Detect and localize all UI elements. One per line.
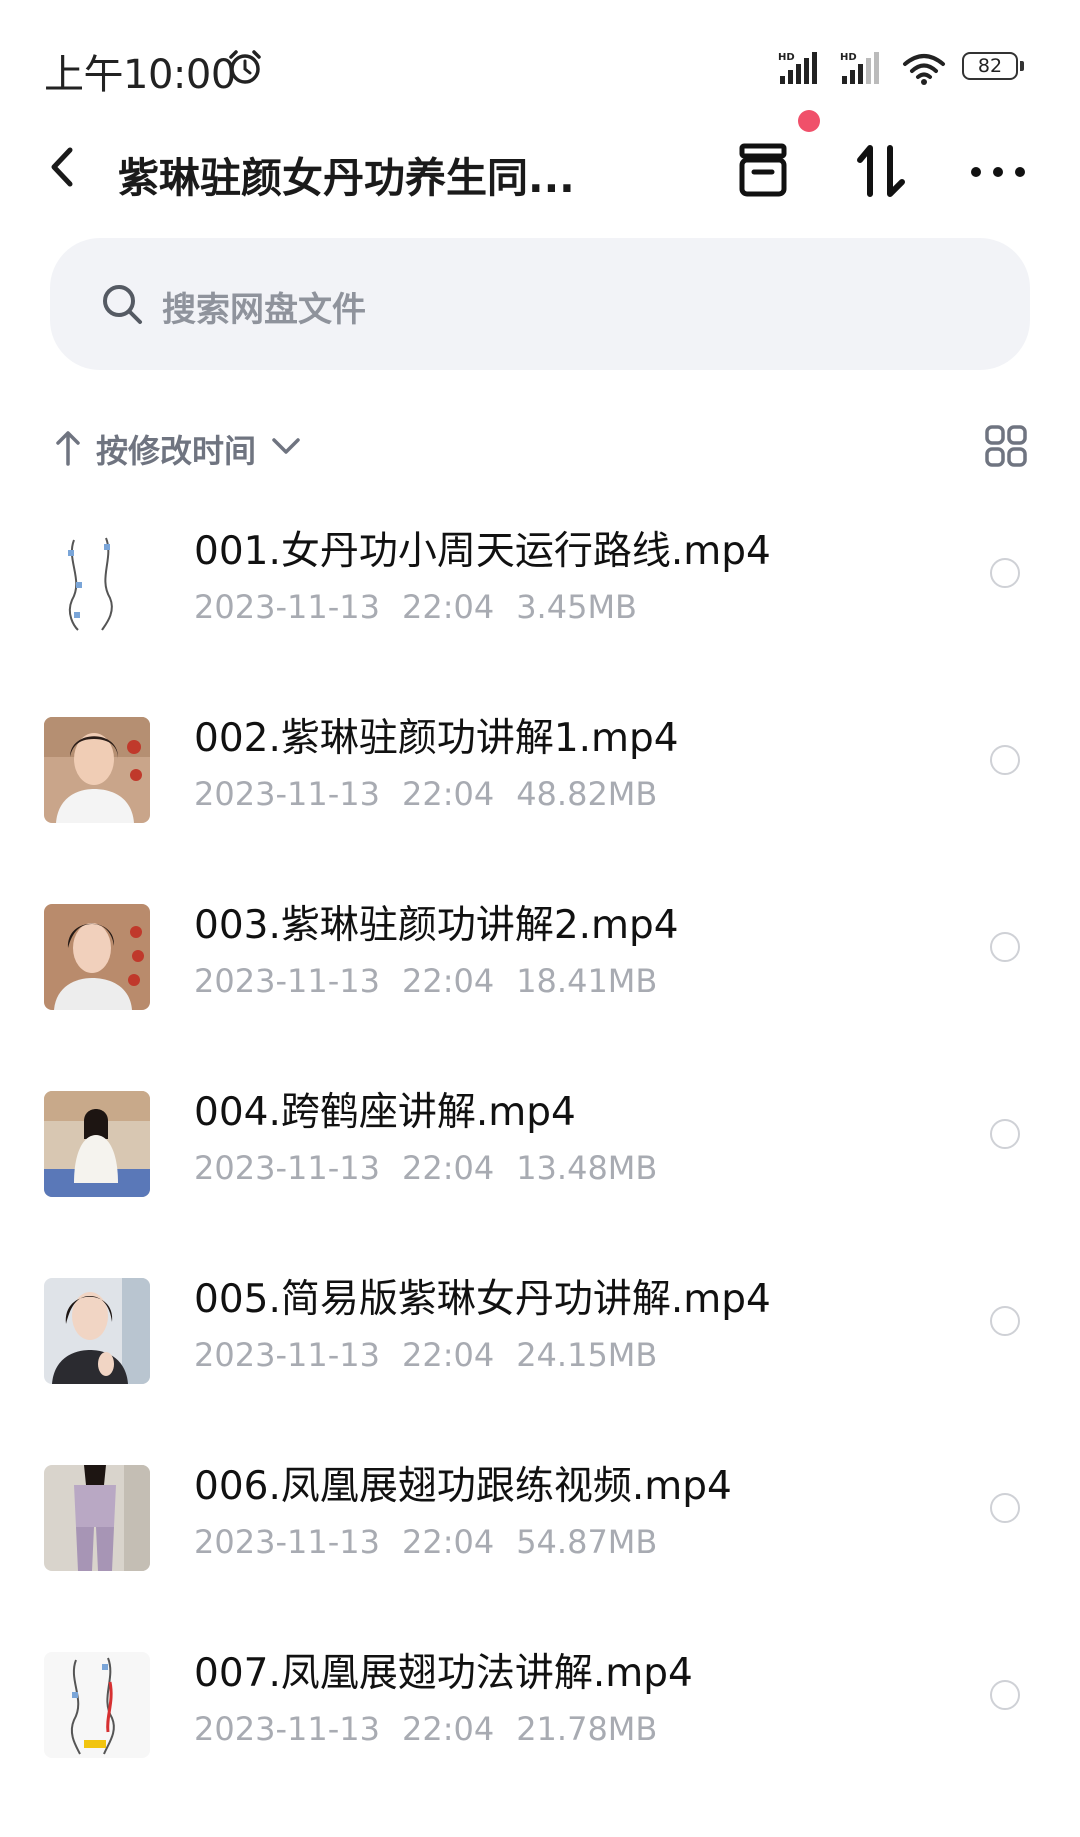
battery-level: 82 xyxy=(962,52,1018,80)
file-size: 54.87MB xyxy=(516,1523,658,1561)
file-date: 2023-11-13 xyxy=(194,1149,380,1187)
select-radio[interactable] xyxy=(990,1306,1020,1336)
file-name: 003.紫琳驻颜功讲解2.mp4 xyxy=(194,903,679,948)
file-size: 21.78MB xyxy=(516,1710,658,1748)
select-radio[interactable] xyxy=(990,932,1020,962)
status-time: 上午10:00 xyxy=(44,52,236,98)
file-row[interactable]: 007.凤凰展翅功法讲解.mp4 2023-11-13 22:04 21.78MB xyxy=(0,1602,1080,1789)
file-date: 2023-11-13 xyxy=(194,775,380,813)
select-radio[interactable] xyxy=(990,558,1020,588)
file-name: 006.凤凰展翅功跟练视频.mp4 xyxy=(194,1464,732,1509)
file-time: 22:04 xyxy=(401,1149,495,1187)
video-thumbnail xyxy=(44,904,150,1010)
back-icon[interactable] xyxy=(44,140,84,194)
file-meta: 2023-11-13 22:04 24.15MB xyxy=(194,1336,679,1374)
grid-view-icon[interactable] xyxy=(984,424,1028,468)
video-thumbnail xyxy=(44,1652,150,1758)
file-meta: 2023-11-13 22:04 18.41MB xyxy=(194,962,679,1000)
file-size: 3.45MB xyxy=(516,588,637,626)
transfer-icon[interactable] xyxy=(732,138,802,204)
video-thumbnail xyxy=(44,717,150,823)
file-name: 001.女丹功小周天运行路线.mp4 xyxy=(194,529,771,574)
select-radio[interactable] xyxy=(990,1493,1020,1523)
file-row[interactable]: 005.简易版紫琳女丹功讲解.mp4 2023-11-13 22:04 24.15M… xyxy=(0,1228,1080,1415)
file-date: 2023-11-13 xyxy=(194,588,380,626)
file-date: 2023-11-13 xyxy=(194,1336,380,1374)
file-date: 2023-11-13 xyxy=(194,962,380,1000)
file-row[interactable]: 003.紫琳驻颜功讲解2.mp4 2023-11-13 22:04 18.41MB xyxy=(0,854,1080,1041)
svg-text:HD: HD xyxy=(778,52,795,63)
file-time: 22:04 xyxy=(401,1523,495,1561)
file-name: 004.跨鹤座讲解.mp4 xyxy=(194,1090,576,1135)
sort-bar: 按修改时间 xyxy=(0,410,1080,480)
file-name: 005.简易版紫琳女丹功讲解.mp4 xyxy=(194,1277,771,1322)
file-time: 22:04 xyxy=(401,775,495,813)
alarm-icon xyxy=(229,50,261,84)
file-row[interactable]: 001.女丹功小周天运行路线.mp4 2023-11-13 22:04 3.45MB xyxy=(0,480,1080,667)
file-time: 22:04 xyxy=(401,1336,495,1374)
file-meta: 2023-11-13 22:04 21.78MB xyxy=(194,1710,679,1748)
chevron-down-icon[interactable] xyxy=(270,434,302,458)
select-radio[interactable] xyxy=(990,745,1020,775)
video-thumbnail xyxy=(44,1278,150,1384)
file-time: 22:04 xyxy=(401,1710,495,1748)
battery-tip xyxy=(1020,61,1024,71)
file-name: 007.凤凰展翅功法讲解.mp4 xyxy=(194,1651,693,1696)
wifi-icon xyxy=(903,54,945,85)
file-date: 2023-11-13 xyxy=(194,1710,380,1748)
file-size: 48.82MB xyxy=(516,775,658,813)
file-time: 22:04 xyxy=(401,962,495,1000)
arrow-up-icon[interactable] xyxy=(54,428,82,468)
video-thumbnail xyxy=(44,530,150,636)
search-placeholder: 搜索网盘文件 xyxy=(162,290,366,330)
file-date: 2023-11-13 xyxy=(194,1523,380,1561)
sort-by-dropdown[interactable]: 按修改时间 xyxy=(96,426,256,472)
status-bar: 上午10:00 HD HD 82 xyxy=(0,0,1080,110)
cellular-signal-icon: HD xyxy=(840,52,879,84)
file-row[interactable]: 004.跨鹤座讲解.mp4 2023-11-13 22:04 13.48MB xyxy=(0,1041,1080,1228)
select-radio[interactable] xyxy=(990,1680,1020,1710)
file-row[interactable]: 002.紫琳驻颜功讲解1.mp4 2023-11-13 22:04 48.82MB xyxy=(0,667,1080,854)
notification-dot xyxy=(798,110,820,132)
header: 紫琳驻颜女丹功养生同... xyxy=(0,110,1080,230)
sort-order-icon[interactable] xyxy=(852,138,912,204)
file-size: 13.48MB xyxy=(516,1149,658,1187)
file-name: 002.紫琳驻颜功讲解1.mp4 xyxy=(194,716,679,761)
cellular-signal-icon: HD xyxy=(778,52,817,84)
file-meta: 2023-11-13 22:04 3.45MB xyxy=(194,588,659,626)
video-thumbnail xyxy=(44,1465,150,1571)
more-icon[interactable] xyxy=(968,152,1028,192)
select-radio[interactable] xyxy=(990,1119,1020,1149)
file-size: 18.41MB xyxy=(516,962,658,1000)
file-size: 24.15MB xyxy=(516,1336,658,1374)
video-thumbnail xyxy=(44,1091,150,1197)
search-icon xyxy=(103,285,142,324)
file-time: 22:04 xyxy=(401,588,495,626)
file-meta: 2023-11-13 22:04 13.48MB xyxy=(194,1149,679,1187)
file-row[interactable]: 006.凤凰展翅功跟练视频.mp4 2023-11-13 22:04 54.87MB xyxy=(0,1415,1080,1602)
battery-indicator: 82 xyxy=(962,52,1026,82)
search-input[interactable]: 搜索网盘文件 xyxy=(50,238,1030,370)
svg-text:HD: HD xyxy=(840,52,857,63)
page-title: 紫琳驻颜女丹功养生同... xyxy=(118,154,575,202)
file-meta: 2023-11-13 22:04 54.87MB xyxy=(194,1523,679,1561)
file-meta: 2023-11-13 22:04 48.82MB xyxy=(194,775,679,813)
